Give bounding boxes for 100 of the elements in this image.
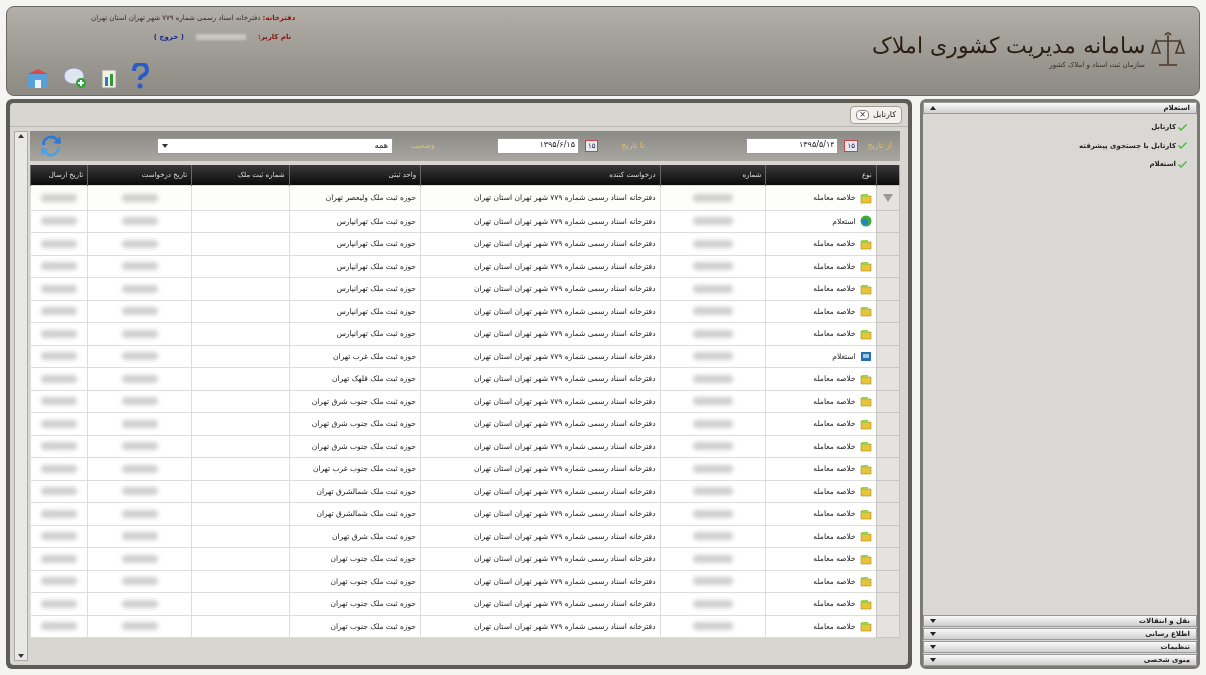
redacted-text <box>693 217 733 226</box>
redacted-text <box>41 487 78 496</box>
folder-icon <box>859 552 872 565</box>
redacted-text <box>121 352 158 361</box>
redacted-text <box>121 599 158 608</box>
folder-icon <box>859 282 872 295</box>
to-date-field[interactable]: ۱۳۹۵/۶/۱۵ <box>496 138 579 154</box>
status-label: وضعیت <box>409 140 435 152</box>
caret-icon <box>161 144 168 148</box>
redacted-text <box>693 307 733 316</box>
home-icon[interactable] <box>27 69 49 89</box>
add-comment-icon[interactable] <box>63 67 87 89</box>
redacted-text <box>41 217 78 226</box>
redacted-text <box>41 193 78 202</box>
app-title: سامانه مدیریت کشوری املاک <box>872 32 1145 60</box>
redacted-text <box>121 262 158 271</box>
redacted-text <box>693 509 733 518</box>
redacted-text <box>41 329 78 338</box>
to-date-label: تا تاریخ <box>620 140 645 152</box>
redacted-text <box>693 554 733 563</box>
redacted-text <box>41 284 78 293</box>
redacted-text <box>121 442 158 451</box>
redacted-text <box>41 397 78 406</box>
folder-icon <box>859 597 872 610</box>
scrollbar[interactable] <box>14 131 28 661</box>
folder-icon <box>859 260 872 273</box>
redacted-text <box>41 509 78 518</box>
redacted-text <box>121 622 158 631</box>
redacted-text <box>693 442 733 451</box>
redacted-text <box>121 419 158 428</box>
tab[interactable]: کارتابل × <box>850 105 902 124</box>
folder-icon <box>859 237 872 250</box>
folder-icon <box>859 462 872 475</box>
redacted-text <box>41 239 78 248</box>
redacted-text <box>195 33 246 40</box>
folder-icon <box>859 395 872 408</box>
status-dropdown[interactable]: همه <box>156 138 393 154</box>
redacted-text <box>121 307 158 316</box>
redacted-text <box>693 599 733 608</box>
redacted-text <box>41 307 78 316</box>
redacted-text <box>693 419 733 428</box>
redacted-text <box>41 554 78 563</box>
report-icon[interactable] <box>101 69 117 89</box>
redacted-text <box>121 217 158 226</box>
redacted-text <box>121 397 158 406</box>
expand-icon <box>930 632 936 636</box>
close-button[interactable]: × <box>856 109 869 120</box>
help-icon[interactable] <box>131 63 149 89</box>
check-icon <box>1178 123 1187 131</box>
scroll-up-icon[interactable] <box>18 134 24 138</box>
redacted-text <box>121 374 158 383</box>
from-date-field[interactable]: ۱۳۹۵/۵/۱۴ <box>746 138 839 154</box>
redacted-text <box>693 622 733 631</box>
redacted-text <box>41 374 78 383</box>
redacted-text <box>41 577 78 586</box>
folder-icon <box>859 620 872 633</box>
expand-icon <box>930 658 936 662</box>
redacted-text <box>693 284 733 293</box>
folder-icon <box>859 191 872 204</box>
folder-icon <box>859 440 872 453</box>
redacted-text <box>41 599 78 608</box>
redacted-text <box>693 329 733 338</box>
redacted-text <box>121 284 158 293</box>
redacted-text <box>41 532 78 541</box>
redacted-text <box>693 374 733 383</box>
redacted-text <box>121 577 158 586</box>
redacted-text <box>41 464 78 473</box>
redacted-text <box>41 352 78 361</box>
redacted-text <box>41 442 78 451</box>
redacted-text <box>121 464 158 473</box>
folder-icon <box>859 575 872 588</box>
row-pointer-icon <box>882 194 893 202</box>
redacted-text <box>693 239 733 248</box>
folder-icon <box>859 305 872 318</box>
redacted-text <box>693 262 733 271</box>
redacted-text <box>693 193 733 202</box>
redacted-text <box>121 239 158 248</box>
expand-icon <box>930 645 936 649</box>
redacted-text <box>693 352 733 361</box>
redacted-text <box>121 509 158 518</box>
folder-icon <box>859 417 872 430</box>
document-icon <box>859 350 872 363</box>
redacted-text <box>41 419 78 428</box>
redacted-text <box>121 532 158 541</box>
scroll-down-icon[interactable] <box>18 654 24 658</box>
redacted-text <box>121 329 158 338</box>
redacted-text <box>693 532 733 541</box>
check-icon <box>1178 142 1187 150</box>
collapse-icon <box>930 106 936 110</box>
redacted-text <box>693 487 733 496</box>
redacted-text <box>693 397 733 406</box>
folder-icon <box>859 485 872 498</box>
check-icon <box>1178 160 1187 168</box>
redacted-text <box>41 622 78 631</box>
folder-icon <box>859 530 872 543</box>
expand-icon <box>930 619 936 623</box>
folder-icon <box>859 507 872 520</box>
redacted-text <box>693 577 733 586</box>
redacted-text <box>121 554 158 563</box>
redacted-text <box>41 262 78 271</box>
